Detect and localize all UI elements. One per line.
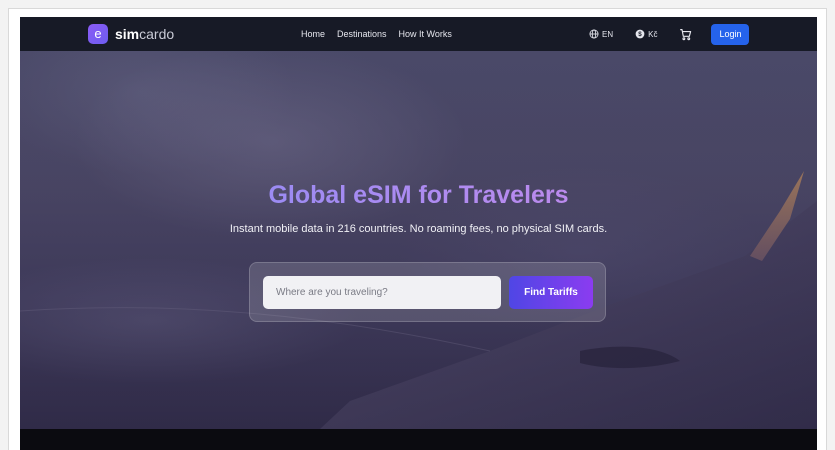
nav-links: Home Destinations How It Works (301, 17, 452, 51)
logo[interactable]: e simcardo (88, 24, 174, 44)
cart-button[interactable] (679, 28, 692, 41)
nav-link-how-it-works[interactable]: How It Works (399, 29, 452, 39)
logo-text: simcardo (115, 26, 174, 42)
next-section (20, 429, 817, 450)
hero-section: Global eSIM for Travelers Instant mobile… (20, 51, 817, 429)
login-button[interactable]: Login (711, 23, 750, 45)
hero-title: Global eSIM for Travelers (20, 181, 817, 210)
language-label: EN (602, 29, 614, 39)
top-navbar: e simcardo Home Destinations How It Work… (20, 17, 817, 51)
nav-actions: EN $ Kč Login (589, 17, 750, 51)
search-panel: Find Tariffs (249, 262, 606, 322)
destination-search-input[interactable] (263, 276, 501, 309)
language-selector[interactable]: EN (589, 29, 613, 39)
logo-text-bold: sim (115, 26, 140, 42)
cart-icon (680, 28, 692, 40)
currency-label: Kč (648, 29, 658, 39)
find-tariffs-button[interactable]: Find Tariffs (509, 276, 593, 309)
hero-overlay (20, 51, 817, 429)
nav-link-home[interactable]: Home (301, 29, 325, 39)
hero-subtitle: Instant mobile data in 216 countries. No… (229, 223, 608, 235)
browser-frame: e simcardo Home Destinations How It Work… (8, 8, 827, 450)
page-viewport: e simcardo Home Destinations How It Work… (20, 17, 817, 450)
logo-mark: e (88, 24, 108, 44)
globe-icon (589, 29, 599, 39)
svg-text:$: $ (638, 31, 642, 38)
currency-selector[interactable]: $ Kč (635, 29, 657, 39)
nav-link-destinations[interactable]: Destinations (337, 29, 387, 39)
currency-icon: $ (635, 29, 645, 39)
logo-text-rest: cardo (139, 26, 175, 42)
